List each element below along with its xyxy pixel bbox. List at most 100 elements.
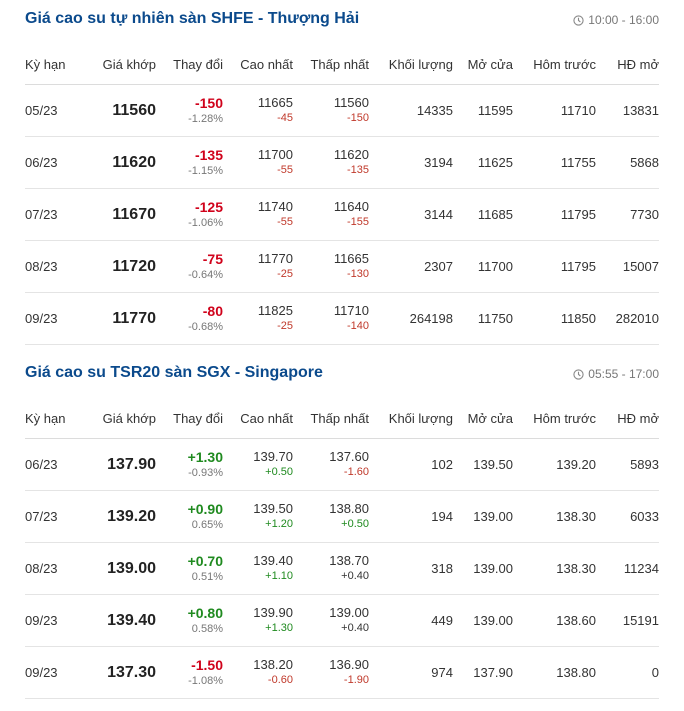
low-change: -155 xyxy=(346,216,369,228)
table-row: 07/23 139.20 +0.90 0.65% 139.50 +1.20 138.80 +0… xyxy=(25,490,659,543)
low-value: 11665 xyxy=(333,251,369,266)
low-cell: 11640 -155 xyxy=(293,188,369,241)
table-row: 09/23 139.40 +0.80 0.58% 139.90 +1.30 139.00 +0… xyxy=(25,594,659,647)
change-value: +0.90 xyxy=(187,500,223,517)
low-value: 138.70 xyxy=(329,553,369,568)
open-interest-cell: 282010 xyxy=(596,292,659,345)
high-change: +1.30 xyxy=(265,622,293,634)
change-value: -125 xyxy=(194,198,223,215)
high-change: -55 xyxy=(277,164,293,176)
term-cell: 09/23 xyxy=(25,594,89,647)
change-cell: +0.80 0.58% xyxy=(156,594,223,647)
change-value: -1.50 xyxy=(191,656,223,673)
term-cell: 05/23 xyxy=(25,84,89,137)
high-change: +0.50 xyxy=(265,466,293,478)
low-value: 11710 xyxy=(333,303,369,318)
change-cell: -75 -0.64% xyxy=(156,240,223,293)
high-cell: 11770 -25 xyxy=(223,240,293,293)
low-change: -130 xyxy=(346,268,369,280)
open-cell: 139.00 xyxy=(453,594,513,647)
change-percent: -1.15% xyxy=(188,164,223,177)
shfe-trading-hours: 10:00 - 16:00 xyxy=(573,13,659,27)
volume-cell: 102 xyxy=(369,438,453,491)
low-cell: 11620 -135 xyxy=(293,136,369,189)
high-value: 11700 xyxy=(257,147,293,162)
sgx-time-text: 05:55 - 17:00 xyxy=(588,367,659,381)
change-value: +1.30 xyxy=(187,448,223,465)
table-row: 06/23 11620 -135 -1.15% 11700 -55 11620 -135 319… xyxy=(25,136,659,189)
table-row: 07/23 11670 -125 -1.06% 11740 -55 11640 -155 314… xyxy=(25,188,659,241)
high-cell: 139.70 +0.50 xyxy=(223,438,293,491)
volume-cell: 264198 xyxy=(369,292,453,345)
change-cell: -150 -1.28% xyxy=(156,84,223,137)
shfe-title: Giá cao su tự nhiên sàn SHFE - Thượng Hả… xyxy=(25,10,360,27)
term-cell: 06/23 xyxy=(25,136,89,189)
change-percent: -0.68% xyxy=(188,320,223,333)
low-cell: 139.00 +0.40 xyxy=(293,594,369,647)
open-interest-cell: 15007 xyxy=(596,240,659,293)
prev-cell: 139.20 xyxy=(513,438,596,491)
column-header-low: Thấp nhất xyxy=(293,44,369,85)
volume-cell: 974 xyxy=(369,646,453,699)
high-cell: 11740 -55 xyxy=(223,188,293,241)
high-value: 139.90 xyxy=(253,605,293,620)
term-cell: 09/23 xyxy=(25,292,89,345)
open-interest-cell: 5893 xyxy=(596,438,659,491)
shfe-header: Giá cao su tự nhiên sàn SHFE - Thượng Hả… xyxy=(25,0,659,44)
high-cell: 11700 -55 xyxy=(223,136,293,189)
low-cell: 138.80 +0.50 xyxy=(293,490,369,543)
sgx-header-row: Kỳ hạn Giá khớp Thay đổi Cao nhất Thấp nhất K… xyxy=(25,398,659,439)
high-change: +1.10 xyxy=(265,570,293,582)
column-header-open: Mở cửa xyxy=(453,44,513,85)
clock-icon xyxy=(573,368,584,380)
sgx-title: Giá cao su TSR20 sàn SGX - Singapore xyxy=(25,364,323,381)
prev-cell: 11850 xyxy=(513,292,596,345)
change-cell: -125 -1.06% xyxy=(156,188,223,241)
prev-cell: 138.80 xyxy=(513,646,596,699)
prev-cell: 11710 xyxy=(513,84,596,137)
change-percent: -0.64% xyxy=(188,268,223,281)
term-cell: 08/23 xyxy=(25,542,89,595)
table-row: 08/23 139.00 +0.70 0.51% 139.40 +1.10 138.70 +0… xyxy=(25,542,659,595)
open-cell: 139.00 xyxy=(453,490,513,543)
low-change: +0.40 xyxy=(341,622,369,634)
column-header-high: Cao nhất xyxy=(223,398,293,439)
open-cell: 139.00 xyxy=(453,542,513,595)
high-cell: 138.20 -0.60 xyxy=(223,646,293,699)
prev-cell: 138.30 xyxy=(513,490,596,543)
high-cell: 139.50 +1.20 xyxy=(223,490,293,543)
prev-cell: 11795 xyxy=(513,240,596,293)
column-header-term: Kỳ hạn xyxy=(25,44,89,85)
open-interest-cell: 5868 xyxy=(596,136,659,189)
price-cell: 137.30 xyxy=(89,646,156,699)
column-header-low: Thấp nhất xyxy=(293,398,369,439)
open-interest-cell: 7730 xyxy=(596,188,659,241)
open-interest-cell: 0 xyxy=(596,646,659,699)
shfe-time-text: 10:00 - 16:00 xyxy=(588,13,659,27)
high-change: -0.60 xyxy=(267,674,293,686)
low-cell: 11665 -130 xyxy=(293,240,369,293)
high-value: 139.70 xyxy=(253,449,293,464)
column-header-change: Thay đổi xyxy=(156,398,223,439)
term-cell: 07/23 xyxy=(25,188,89,241)
high-value: 11825 xyxy=(257,303,293,318)
change-percent: -0.93% xyxy=(188,466,223,479)
high-value: 139.50 xyxy=(253,501,293,516)
low-change: +0.50 xyxy=(341,518,369,530)
table-row: 09/23 137.30 -1.50 -1.08% 138.20 -0.60 136.90-… xyxy=(25,646,659,699)
low-cell: 11710 -140 xyxy=(293,292,369,345)
column-header-price: Giá khớp xyxy=(89,398,156,439)
column-header-open-interest: HĐ mở xyxy=(596,44,659,85)
low-change: -140 xyxy=(346,320,369,332)
prev-cell: 11795 xyxy=(513,188,596,241)
change-value: -80 xyxy=(202,302,223,319)
high-change: -55 xyxy=(277,216,293,228)
change-percent: 0.51% xyxy=(191,570,223,583)
change-value: +0.80 xyxy=(187,604,223,621)
change-cell: +1.30 -0.93% xyxy=(156,438,223,491)
high-cell: 139.40 +1.10 xyxy=(223,542,293,595)
high-cell: 11825 -25 xyxy=(223,292,293,345)
change-percent: 0.65% xyxy=(191,518,223,531)
shfe-section: Giá cao su tự nhiên sàn SHFE - Thượng Hả… xyxy=(25,0,659,345)
table-row: 05/23 11560 -150 -1.28% 11665 -45 11560 -150 143… xyxy=(25,84,659,137)
